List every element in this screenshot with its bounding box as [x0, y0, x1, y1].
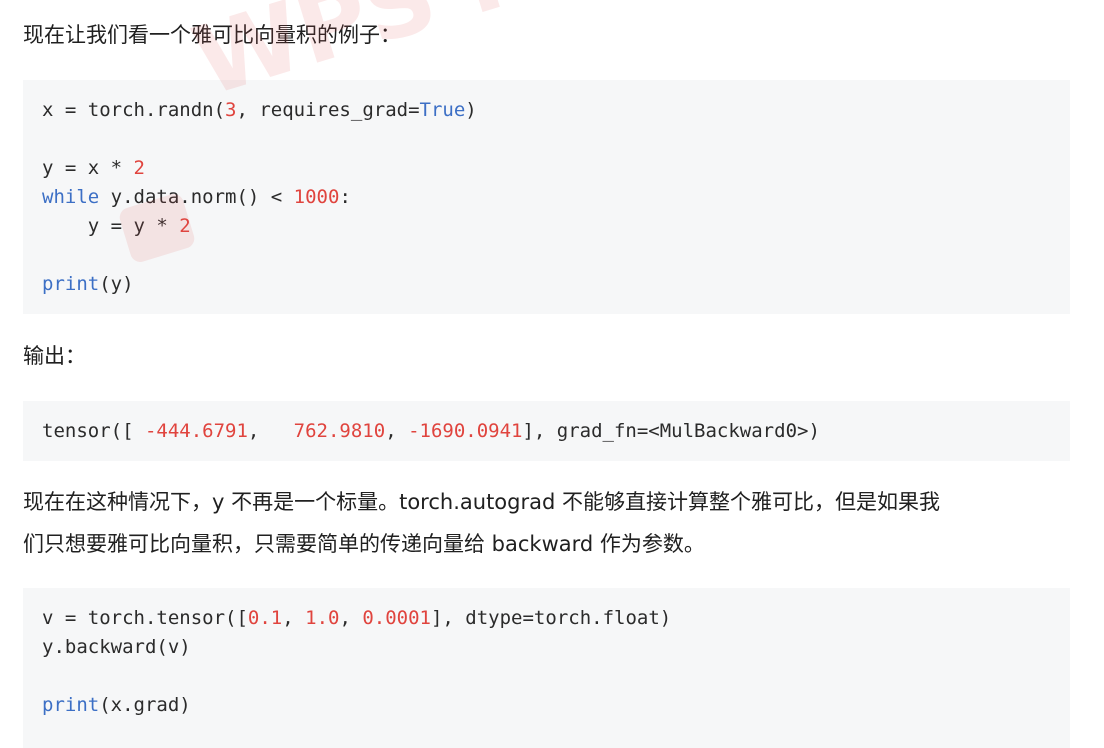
- code-text: y.backward(v): [42, 636, 191, 658]
- code-block-output: tensor([ -444.6791, 762.9810, -1690.0941…: [23, 401, 1070, 461]
- code-keyword: print: [42, 694, 100, 716]
- code-line: x = torch.randn(3, requires_grad=True): [42, 96, 1070, 125]
- output-label: 输出：: [23, 344, 86, 368]
- code-text: (x.grad): [99, 694, 191, 716]
- code-keyword: print: [42, 273, 100, 295]
- code-line: y.backward(v): [42, 633, 1070, 662]
- code-number: -1690.0941: [408, 420, 523, 442]
- code-text: ], grad_fn=<MulBackward0>): [522, 420, 820, 442]
- code-keyword: True: [419, 99, 466, 121]
- code-text: ], dtype=torch.float): [430, 607, 672, 629]
- intro-text: 现在让我们看一个雅可比向量积的例子：: [23, 23, 401, 47]
- code-number: 2: [133, 157, 145, 179]
- code-text: y = y *: [42, 215, 180, 237]
- code-line: y = y * 2: [42, 212, 1070, 241]
- code-line: print(x.grad): [42, 691, 1070, 720]
- explanation-line-1: 现在在这种情况下，y 不再是一个标量。torch.autograd 不能够直接计…: [23, 490, 940, 514]
- code-line: while y.data.norm() < 1000:: [42, 183, 1070, 212]
- code-text: ,: [339, 607, 363, 629]
- code-keyword: while: [42, 186, 100, 208]
- code-block-jacobian: x = torch.randn(3, requires_grad=True) y…: [23, 80, 1070, 314]
- code-text: tensor([: [42, 420, 145, 442]
- code-text: (y): [99, 273, 134, 295]
- code-number: 0.1: [247, 607, 283, 629]
- code-text: y = x *: [42, 157, 134, 179]
- code-block-backward: v = torch.tensor([0.1, 1.0, 0.0001], dty…: [23, 588, 1070, 748]
- code-number: 2: [179, 215, 191, 237]
- code-number: -444.6791: [144, 420, 248, 442]
- code-text: :: [339, 186, 351, 208]
- code-number: 762.9810: [293, 420, 386, 442]
- code-text: ,: [282, 607, 306, 629]
- code-number: 3: [225, 99, 237, 121]
- explanation-line-2: 们只想要雅可比向量积，只需要简单的传递向量给 backward 作为参数。: [23, 532, 705, 556]
- code-line: print(y): [42, 270, 1070, 299]
- code-text: ,: [385, 420, 409, 442]
- code-line: v = torch.tensor([0.1, 1.0, 0.0001], dty…: [42, 604, 1070, 633]
- code-text: ): [465, 99, 477, 121]
- code-text: x = torch.randn(: [42, 99, 226, 121]
- code-number: 1.0: [305, 607, 340, 629]
- code-line: y = x * 2: [42, 154, 1070, 183]
- code-text: v = torch.tensor([: [42, 607, 248, 629]
- code-text: y.data.norm() <: [99, 186, 294, 208]
- code-text: , requires_grad=: [236, 99, 420, 121]
- code-number: 1000: [293, 186, 340, 208]
- code-text: ,: [247, 420, 294, 442]
- code-number: 0.0001: [362, 607, 431, 629]
- code-line: tensor([ -444.6791, 762.9810, -1690.0941…: [42, 417, 1070, 446]
